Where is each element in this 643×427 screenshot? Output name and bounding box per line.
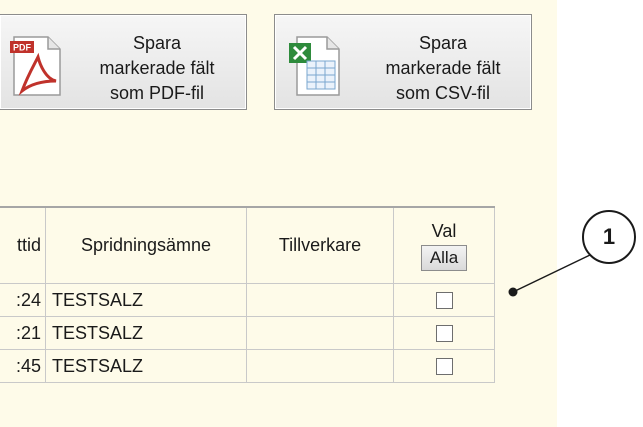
callout-dot xyxy=(508,287,518,297)
callout-leader-line xyxy=(508,254,591,297)
callout-marker: 1 xyxy=(582,210,636,264)
callout-number: 1 xyxy=(602,224,616,249)
